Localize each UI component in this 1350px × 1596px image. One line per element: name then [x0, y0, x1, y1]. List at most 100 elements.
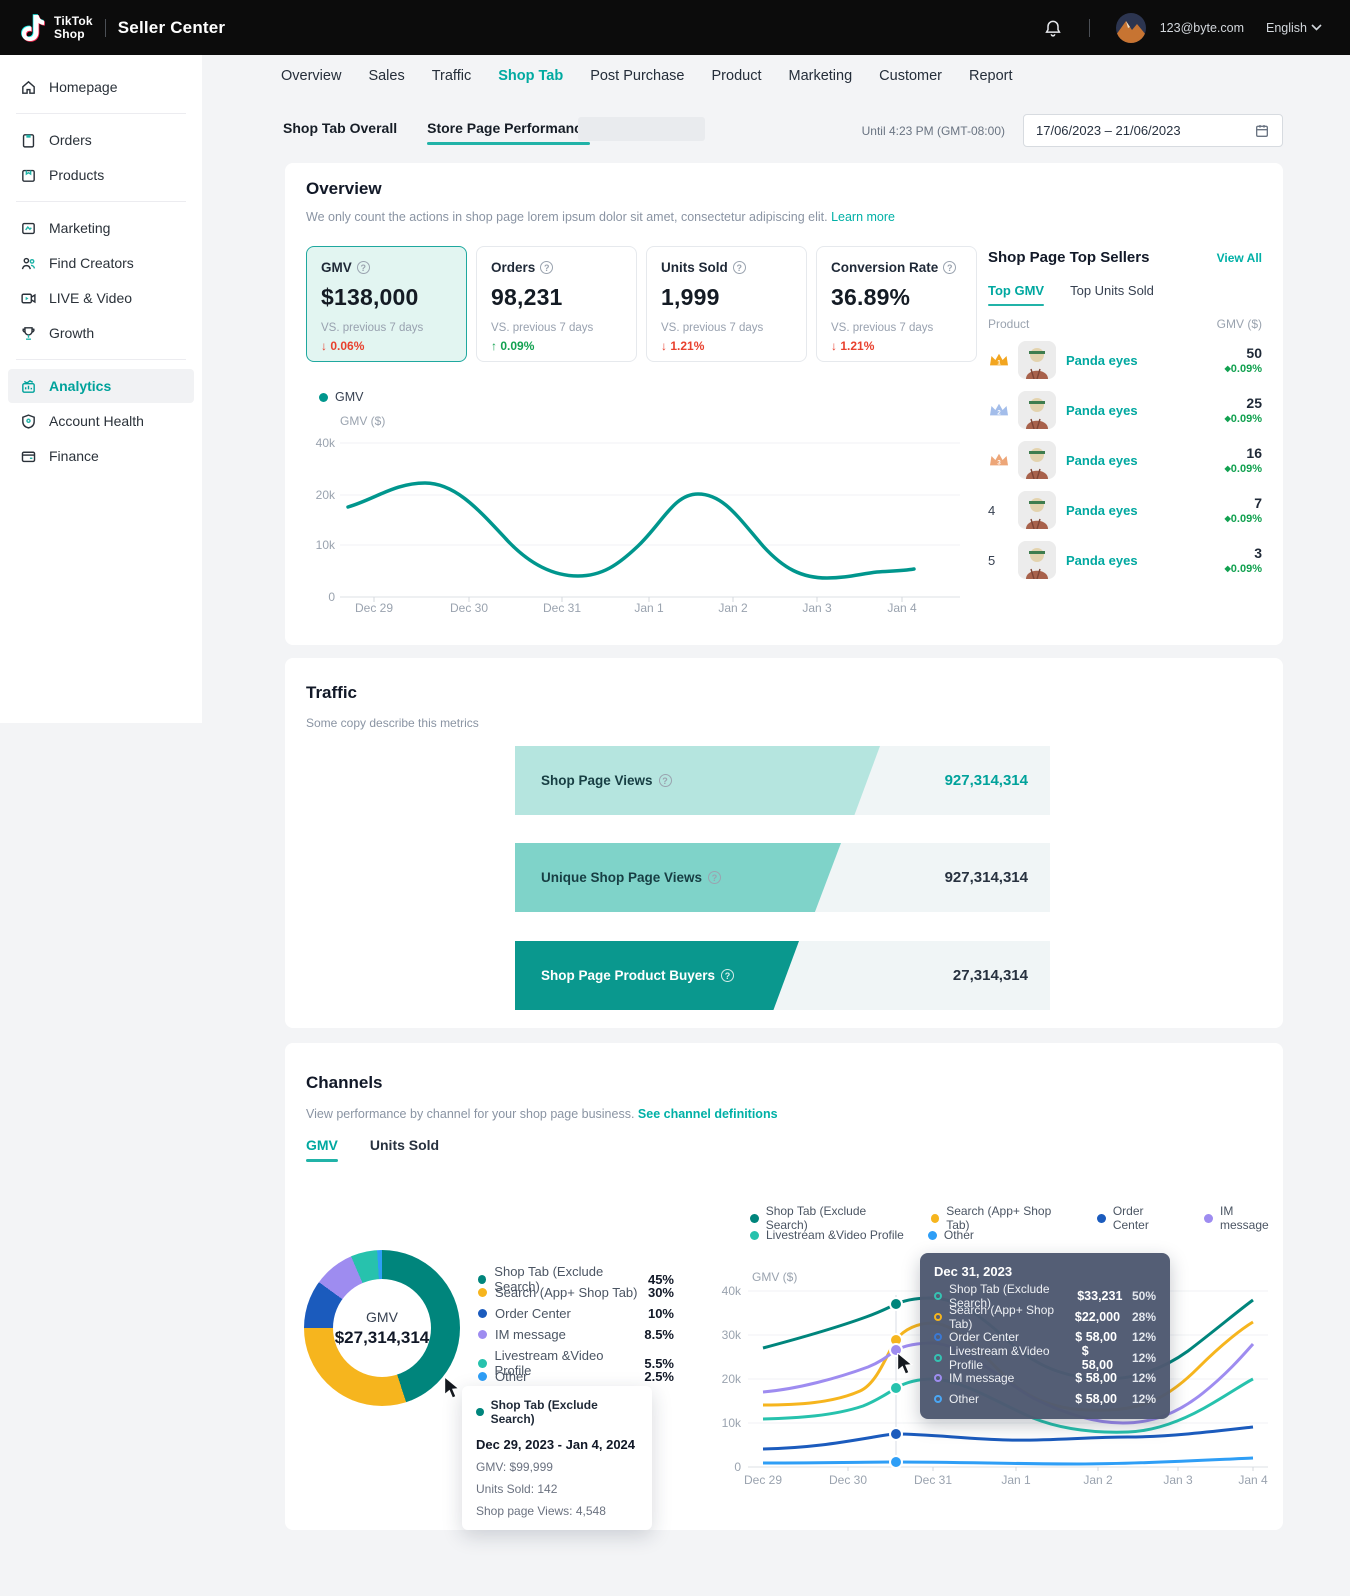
sidebar-item-finance[interactable]: Finance	[8, 439, 194, 473]
delta-badge: ◆0.09%	[1225, 413, 1262, 425]
tab-gmv[interactable]: GMV	[306, 1137, 338, 1162]
sidebar-item-growth[interactable]: Growth	[8, 316, 194, 350]
user-email[interactable]: 123@byte.com	[1160, 21, 1244, 35]
tab-post-purchase[interactable]: Post Purchase	[590, 68, 684, 84]
metric-delta: ↓ 1.21%	[831, 339, 962, 353]
help-icon[interactable]: ?	[721, 969, 734, 982]
funnel-row-shop-page-views[interactable]: Shop Page Views? 927,314,314	[515, 746, 1050, 815]
subtab-shop-tab-overall[interactable]: Shop Tab Overall	[283, 120, 397, 145]
product-name-link[interactable]: Panda eyes	[1066, 403, 1138, 418]
tab-sales[interactable]: Sales	[368, 68, 404, 84]
metric-value: $138,000	[321, 284, 452, 311]
help-icon[interactable]: ?	[943, 261, 956, 274]
line-chart-tooltip: Dec 31, 2023 Shop Tab (Exclude Search)$3…	[920, 1253, 1170, 1419]
sidebar-item-account-health[interactable]: Account Health	[8, 404, 194, 438]
tooltip-date: Dec 31, 2023	[934, 1264, 1156, 1279]
donut-legend-item[interactable]: Other2.5%	[478, 1369, 674, 1384]
donut-legend-item[interactable]: Order Center10%	[478, 1306, 674, 1321]
tooltip-series-title: Shop Tab (Exclude Search)	[476, 1398, 638, 1426]
gmv-chart-legend: GMV	[319, 390, 363, 404]
sidebar: Homepage Orders Products Marketing Find …	[0, 55, 202, 723]
table-row[interactable]: 4 Panda eyes 7 ◆0.09%	[988, 487, 1262, 533]
help-icon[interactable]: ?	[659, 774, 672, 787]
notification-bell-icon[interactable]	[1043, 18, 1063, 38]
learn-more-link[interactable]: Learn more	[831, 210, 895, 224]
help-icon[interactable]: ?	[357, 261, 370, 274]
line-chart-legend-row: Livestream &Video Profile Other	[750, 1228, 974, 1242]
tab-top-units-sold[interactable]: Top Units Sold	[1070, 283, 1154, 306]
tab-shop-tab[interactable]: Shop Tab	[498, 68, 563, 84]
donut-legend-item[interactable]: Search (App+ Shop Tab)30%	[478, 1285, 674, 1300]
tooltip-date-range: Dec 29, 2023 - Jan 4, 2024	[476, 1437, 638, 1452]
sidebar-item-live-video[interactable]: LIVE & Video	[8, 281, 194, 315]
metric-delta: ↓ 1.21%	[661, 339, 792, 353]
tab-traffic[interactable]: Traffic	[432, 68, 471, 84]
shield-icon	[20, 413, 37, 430]
tiktok-shop-logo[interactable]: TikTok Shop	[20, 13, 93, 43]
product-name-link[interactable]: Panda eyes	[1066, 503, 1138, 518]
sidebar-item-marketing[interactable]: Marketing	[8, 211, 194, 245]
table-row[interactable]: 5 Panda eyes 3 ◆0.09%	[988, 537, 1262, 583]
sidebar-item-find-creators[interactable]: Find Creators	[8, 246, 194, 280]
donut-legend-item[interactable]: IM message8.5%	[478, 1327, 674, 1342]
legend-item[interactable]: IM message	[1204, 1204, 1283, 1232]
channels-subtitle: View performance by channel for your sho…	[306, 1107, 778, 1121]
tab-top-gmv[interactable]: Top GMV	[988, 283, 1044, 306]
funnel-row-unique-shop-page-views[interactable]: Unique Shop Page Views? 927,314,314	[515, 843, 1050, 912]
language-selector[interactable]: English	[1266, 21, 1322, 35]
legend-item[interactable]: Order Center	[1097, 1204, 1180, 1232]
sidebar-item-homepage[interactable]: Homepage	[8, 70, 194, 104]
funnel-bar: Shop Page Views?	[515, 746, 880, 815]
funnel-bar: Unique Shop Page Views?	[515, 843, 841, 912]
channel-definitions-link[interactable]: See channel definitions	[638, 1107, 778, 1121]
traffic-subtitle: Some copy describe this metrics	[306, 716, 479, 730]
help-icon[interactable]: ?	[708, 871, 721, 884]
tab-overview[interactable]: Overview	[281, 68, 341, 84]
rank-number: 5	[988, 553, 1018, 568]
metric-delta: ↑ 0.09%	[491, 339, 622, 353]
view-all-link[interactable]: View All	[1217, 251, 1262, 265]
gmv-value: 25	[1225, 395, 1262, 411]
calendar-icon	[1254, 123, 1270, 139]
redacted-subtab-placeholder[interactable]	[578, 117, 705, 141]
gmv-donut-chart[interactable]: GMV $27,314,314	[304, 1250, 460, 1406]
tab-marketing[interactable]: Marketing	[788, 68, 852, 84]
funnel-row-shop-page-product-buyers[interactable]: Shop Page Product Buyers? 27,314,314	[515, 941, 1050, 1010]
top-sellers-header-row: Product GMV ($)	[988, 317, 1262, 331]
product-name-link[interactable]: Panda eyes	[1066, 453, 1138, 468]
help-icon[interactable]: ?	[733, 261, 746, 274]
tab-customer[interactable]: Customer	[879, 68, 942, 84]
table-row[interactable]: 3 Panda eyes 16 ◆0.09%	[988, 437, 1262, 483]
tooltip-row: Search (App+ Shop Tab)$22,00028%	[934, 1307, 1156, 1328]
overview-panel: Overview We only count the actions in sh…	[285, 163, 1283, 645]
sidebar-item-analytics[interactable]: Analytics	[8, 369, 194, 403]
funnel-value: 927,314,314	[945, 746, 1028, 815]
down-arrow-icon: ↓	[661, 339, 667, 353]
analytics-nav-tabs: Overview Sales Traffic Shop Tab Post Pur…	[281, 68, 1013, 84]
user-avatar[interactable]	[1116, 13, 1146, 43]
product-image	[1018, 391, 1056, 429]
tab-units-sold[interactable]: Units Sold	[370, 1137, 439, 1162]
legend-item[interactable]: Livestream &Video Profile	[750, 1228, 904, 1242]
rank-crown-gold-icon: 1	[988, 351, 1018, 369]
tab-report[interactable]: Report	[969, 68, 1013, 84]
svg-text:2: 2	[997, 410, 1001, 417]
subtab-store-page-performance[interactable]: Store Page Performance	[427, 120, 590, 145]
gmv-trend-line-chart[interactable]	[340, 435, 960, 610]
tab-product[interactable]: Product	[712, 68, 762, 84]
sidebar-item-products[interactable]: Products	[8, 158, 194, 192]
metric-card-conversion-rate[interactable]: Conversion Rate? 36.89% VS. previous 7 d…	[816, 246, 977, 362]
metric-card-units-sold[interactable]: Units Sold? 1,999 VS. previous 7 days ↓ …	[646, 246, 807, 362]
table-row[interactable]: 1 Panda eyes 50 ◆0.09%	[988, 337, 1262, 383]
sidebar-item-orders[interactable]: Orders	[8, 123, 194, 157]
seller-center-page: TikTok Shop Seller Center 123@byte.com E…	[0, 0, 1350, 1596]
table-row[interactable]: 2 Panda eyes 25 ◆0.09%	[988, 387, 1262, 433]
help-icon[interactable]: ?	[540, 261, 553, 274]
legend-item[interactable]: Other	[928, 1228, 974, 1242]
metric-card-gmv[interactable]: GMV? $138,000 VS. previous 7 days ↓ 0.06…	[306, 246, 467, 362]
product-name-link[interactable]: Panda eyes	[1066, 553, 1138, 568]
product-name-link[interactable]: Panda eyes	[1066, 353, 1138, 368]
date-range-picker[interactable]: 17/06/2023 – 21/06/2023	[1023, 114, 1283, 147]
gmv-value: 16	[1225, 445, 1262, 461]
metric-card-orders[interactable]: Orders? 98,231 VS. previous 7 days ↑ 0.0…	[476, 246, 637, 362]
